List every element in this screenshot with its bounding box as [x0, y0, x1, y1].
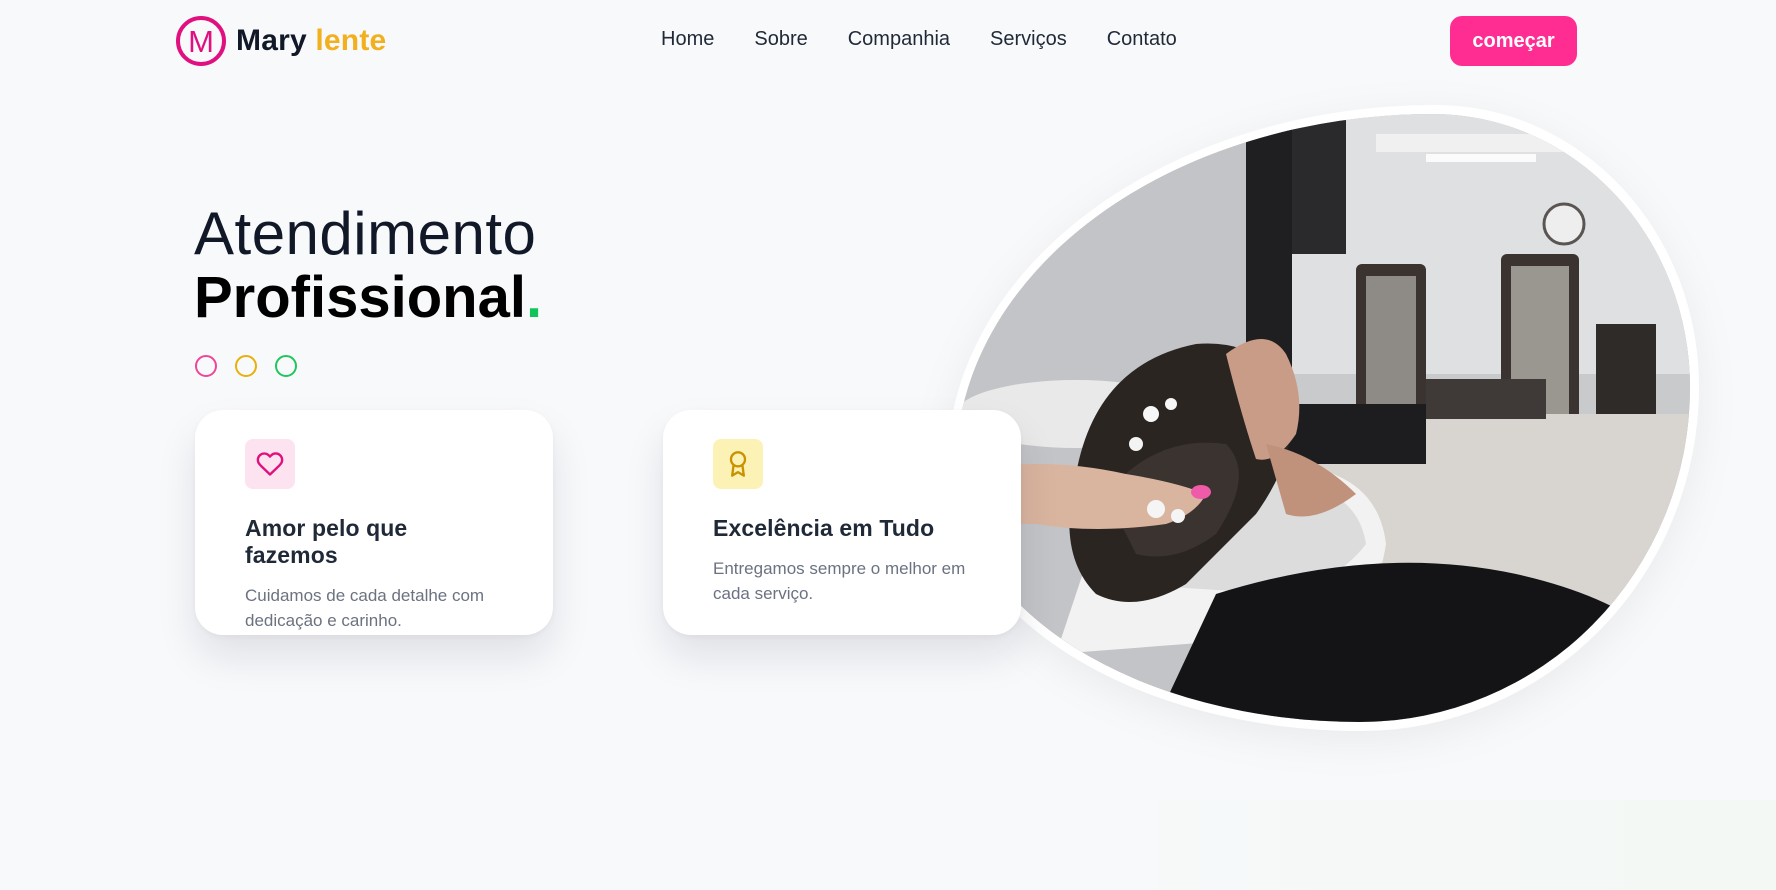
nav-link-contato[interactable]: Contato [1107, 28, 1177, 51]
feature-card-excelencia: Excelência em Tudo Entregamos sempre o m… [663, 410, 1021, 635]
nav-link-companhia[interactable]: Companhia [848, 28, 950, 51]
heart-icon [245, 439, 295, 489]
brand-name: Mary lente [236, 24, 386, 58]
green-ring-icon [275, 355, 297, 377]
brand-name-first: Mary [236, 24, 307, 57]
page-bottom-gradient [0, 800, 1776, 890]
hero-title-line2-text: Profissional [194, 265, 526, 330]
brand-name-second: lente [315, 24, 387, 57]
hero-image-salon-hair-wash [956, 114, 1690, 722]
main-nav: Home Sobre Companhia Serviços Contato [661, 28, 1217, 51]
brand-logo[interactable]: M Mary lente [176, 16, 386, 66]
hero-title: Atendimento Profissional. [194, 202, 542, 330]
yellow-ring-icon [235, 355, 257, 377]
nav-link-home[interactable]: Home [661, 28, 714, 51]
feature-card-amor: Amor pelo que fazemos Cuidamos de cada d… [195, 410, 553, 635]
comecar-button[interactable]: começar [1450, 16, 1577, 66]
feature-description: Cuidamos de cada detalhe com dedicação e… [245, 586, 485, 630]
feature-title: Amor pelo que fazemos [245, 515, 408, 568]
site-header: M Mary lente Home Sobre Companhia Serviç… [0, 0, 1776, 84]
salon-illustration [956, 114, 1690, 722]
nav-link-servicos[interactable]: Serviços [990, 28, 1067, 51]
hero-title-dot: . [525, 265, 543, 330]
hero-title-line2: Profissional. [194, 266, 542, 330]
logo-m-icon: M [176, 16, 226, 66]
feature-description: Entregamos sempre o melhor em cada servi… [713, 559, 966, 603]
feature-title: Excelência em Tudo [713, 515, 935, 541]
nav-link-sobre[interactable]: Sobre [754, 28, 807, 51]
hero-title-line1: Atendimento [194, 200, 537, 267]
pink-ring-icon [195, 355, 217, 377]
decorative-rings [195, 355, 315, 377]
award-icon [713, 439, 763, 489]
